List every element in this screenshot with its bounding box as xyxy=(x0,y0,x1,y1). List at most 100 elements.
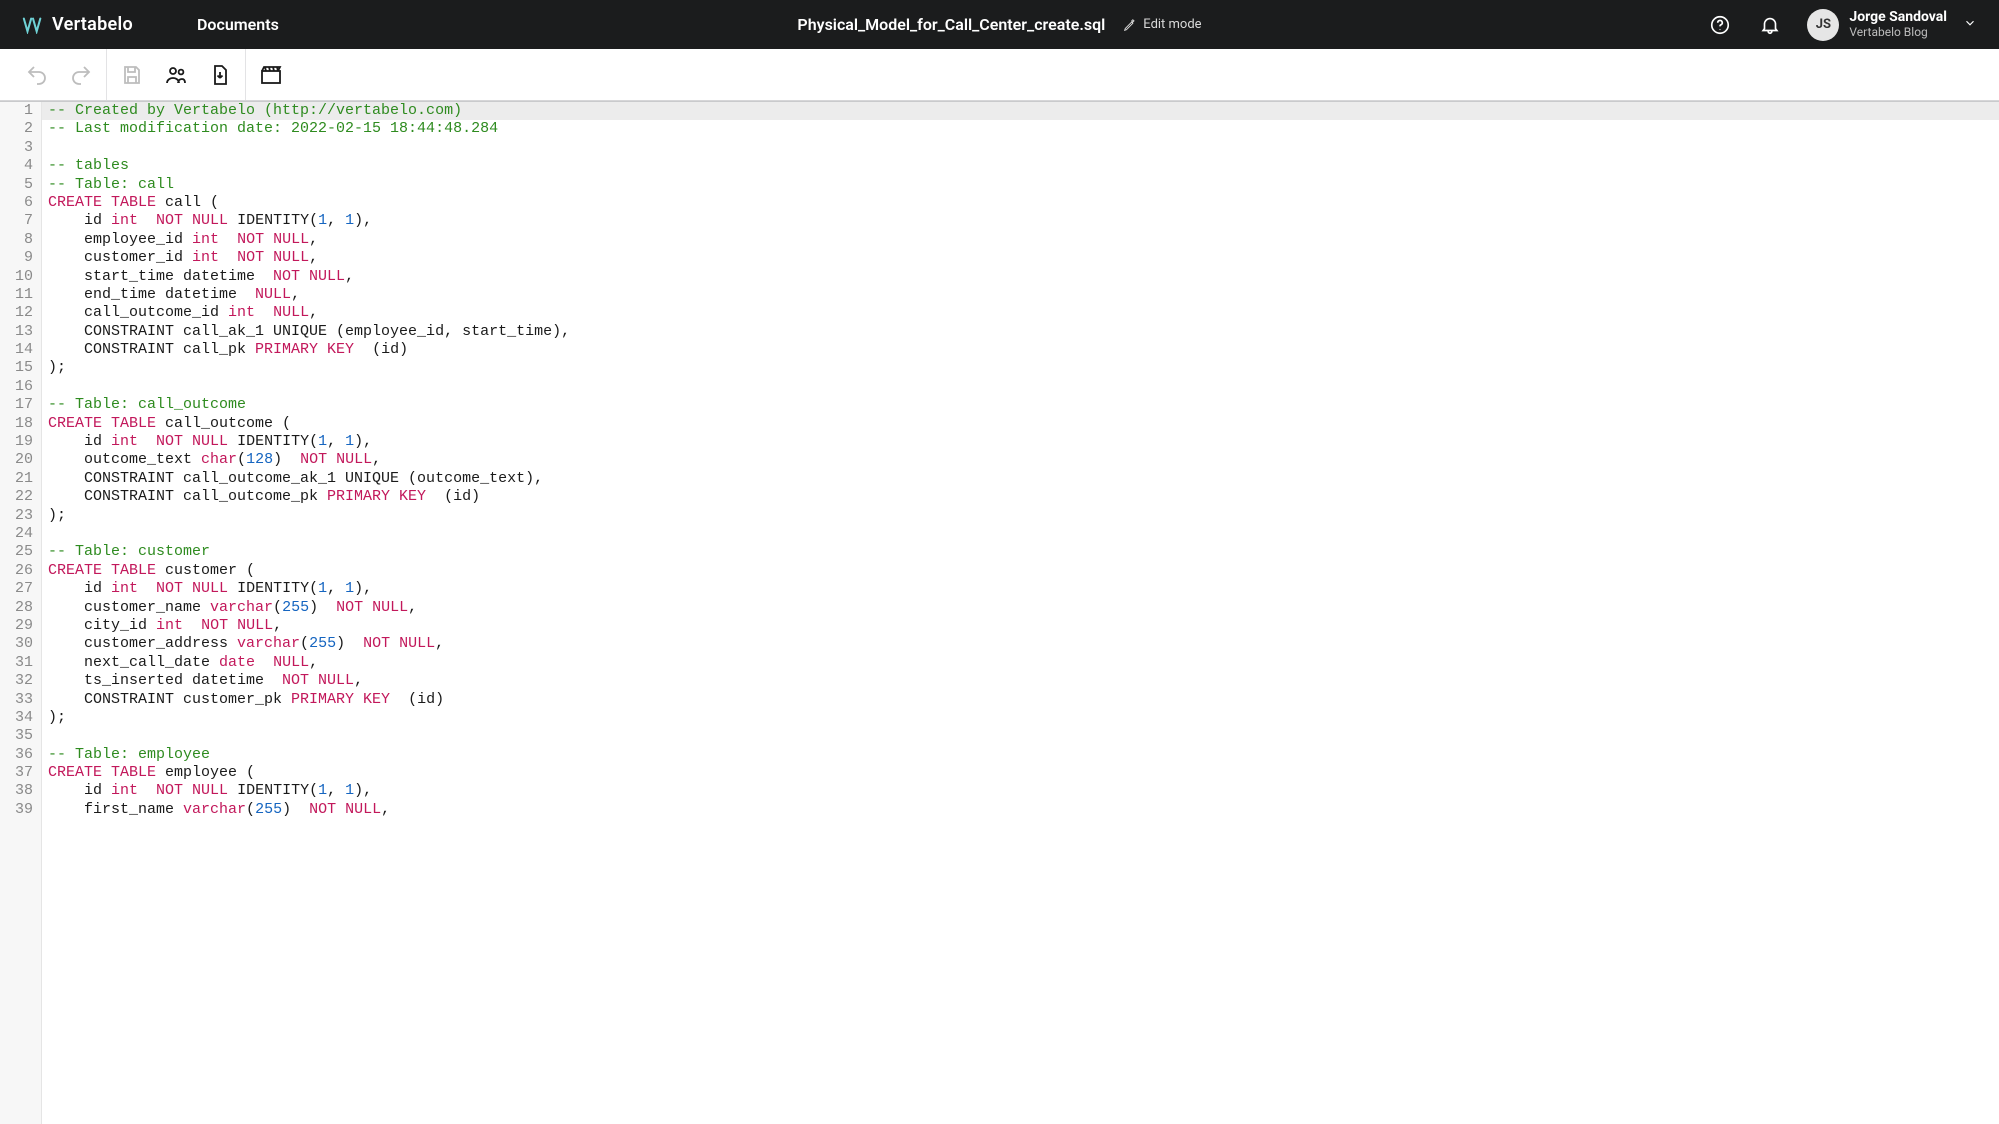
line-number: 7 xyxy=(0,212,33,230)
clapper-button[interactable] xyxy=(256,60,286,90)
line-number: 21 xyxy=(0,470,33,488)
share-button[interactable] xyxy=(161,60,191,90)
code-line[interactable]: CONSTRAINT call_pk PRIMARY KEY (id) xyxy=(42,341,1999,359)
code-line[interactable]: -- Created by Vertabelo (http://vertabel… xyxy=(42,102,1999,120)
line-number: 19 xyxy=(0,433,33,451)
user-text: Jorge Sandoval Vertabelo Blog xyxy=(1849,10,1947,39)
code-line[interactable] xyxy=(42,525,1999,543)
code-line[interactable]: id int NOT NULL IDENTITY(1, 1), xyxy=(42,782,1999,800)
download-button[interactable] xyxy=(205,60,235,90)
code-line[interactable]: -- Table: call_outcome xyxy=(42,396,1999,414)
code-line[interactable]: id int NOT NULL IDENTITY(1, 1), xyxy=(42,212,1999,230)
toolbar-group-history xyxy=(12,49,107,100)
save-button[interactable] xyxy=(117,60,147,90)
line-number: 23 xyxy=(0,507,33,525)
code-line[interactable]: outcome_text char(128) NOT NULL, xyxy=(42,451,1999,469)
code-line[interactable] xyxy=(42,378,1999,396)
line-number: 28 xyxy=(0,599,33,617)
code-line[interactable]: ); xyxy=(42,359,1999,377)
editor-workarea: 1234567891011121314151617181920212223242… xyxy=(0,101,1999,1124)
line-number: 17 xyxy=(0,396,33,414)
code-line[interactable]: next_call_date date NULL, xyxy=(42,654,1999,672)
top-bar: Vertabelo Documents Physical_Model_for_C… xyxy=(0,0,1999,49)
line-number: 2 xyxy=(0,120,33,138)
code-line[interactable]: CREATE TABLE call ( xyxy=(42,194,1999,212)
header-center: Physical_Model_for_Call_Center_create.sq… xyxy=(797,15,1201,34)
line-number: 36 xyxy=(0,746,33,764)
document-title[interactable]: Physical_Model_for_Call_Center_create.sq… xyxy=(797,15,1105,34)
code-line[interactable]: CONSTRAINT customer_pk PRIMARY KEY (id) xyxy=(42,691,1999,709)
line-number: 3 xyxy=(0,139,33,157)
toolbar-group-file xyxy=(107,49,246,100)
line-number: 12 xyxy=(0,304,33,322)
line-number: 33 xyxy=(0,691,33,709)
code-line[interactable]: first_name varchar(255) NOT NULL, xyxy=(42,801,1999,819)
line-number: 26 xyxy=(0,562,33,580)
code-line[interactable]: customer_id int NOT NULL, xyxy=(42,249,1999,267)
toolbar xyxy=(0,49,1999,101)
header-right: JS Jorge Sandoval Vertabelo Blog xyxy=(1707,9,1977,41)
notifications-button[interactable] xyxy=(1757,12,1783,38)
code-line[interactable]: city_id int NOT NULL, xyxy=(42,617,1999,635)
code-line[interactable]: id int NOT NULL IDENTITY(1, 1), xyxy=(42,580,1999,598)
line-number: 30 xyxy=(0,635,33,653)
code-line[interactable]: id int NOT NULL IDENTITY(1, 1), xyxy=(42,433,1999,451)
line-number: 22 xyxy=(0,488,33,506)
code-line[interactable]: CONSTRAINT call_ak_1 UNIQUE (employee_id… xyxy=(42,323,1999,341)
code-line[interactable]: -- Table: call xyxy=(42,176,1999,194)
redo-icon xyxy=(69,63,93,87)
line-number-gutter: 1234567891011121314151617181920212223242… xyxy=(0,102,42,1124)
code-line[interactable]: -- Table: employee xyxy=(42,746,1999,764)
code-line[interactable]: CONSTRAINT call_outcome_pk PRIMARY KEY (… xyxy=(42,488,1999,506)
code-line[interactable]: CREATE TABLE employee ( xyxy=(42,764,1999,782)
line-number: 38 xyxy=(0,782,33,800)
code-line[interactable] xyxy=(42,139,1999,157)
share-users-icon xyxy=(164,63,188,87)
line-number: 11 xyxy=(0,286,33,304)
code-line[interactable]: end_time datetime NULL, xyxy=(42,286,1999,304)
code-editor[interactable]: 1234567891011121314151617181920212223242… xyxy=(0,101,1999,1124)
code-line[interactable] xyxy=(42,727,1999,745)
code-line[interactable]: -- Table: customer xyxy=(42,543,1999,561)
code-line[interactable]: customer_address varchar(255) NOT NULL, xyxy=(42,635,1999,653)
line-number: 4 xyxy=(0,157,33,175)
toolbar-group-view xyxy=(246,49,296,100)
redo-button[interactable] xyxy=(66,60,96,90)
code-line[interactable]: -- tables xyxy=(42,157,1999,175)
code-line[interactable]: call_outcome_id int NULL, xyxy=(42,304,1999,322)
line-number: 37 xyxy=(0,764,33,782)
nav-documents[interactable]: Documents xyxy=(197,15,279,34)
code-line[interactable]: ); xyxy=(42,709,1999,727)
code-line[interactable]: CREATE TABLE customer ( xyxy=(42,562,1999,580)
line-number: 27 xyxy=(0,580,33,598)
brand-logo[interactable]: Vertabelo xyxy=(22,14,133,35)
code-line[interactable]: customer_name varchar(255) NOT NULL, xyxy=(42,599,1999,617)
line-number: 9 xyxy=(0,249,33,267)
code-line[interactable]: start_time datetime NOT NULL, xyxy=(42,268,1999,286)
code-line[interactable]: -- Last modification date: 2022-02-15 18… xyxy=(42,120,1999,138)
line-number: 29 xyxy=(0,617,33,635)
avatar: JS xyxy=(1807,9,1839,41)
line-number: 13 xyxy=(0,323,33,341)
line-number: 14 xyxy=(0,341,33,359)
download-icon xyxy=(208,63,232,87)
line-number: 5 xyxy=(0,176,33,194)
user-menu[interactable]: JS Jorge Sandoval Vertabelo Blog xyxy=(1807,9,1977,41)
line-number: 39 xyxy=(0,801,33,819)
code-line[interactable]: CREATE TABLE call_outcome ( xyxy=(42,415,1999,433)
undo-button[interactable] xyxy=(22,60,52,90)
edit-mode-label: Edit mode xyxy=(1143,17,1201,32)
line-number: 6 xyxy=(0,194,33,212)
help-button[interactable] xyxy=(1707,12,1733,38)
line-number: 10 xyxy=(0,268,33,286)
code-line[interactable]: employee_id int NOT NULL, xyxy=(42,231,1999,249)
code-line[interactable]: ts_inserted datetime NOT NULL, xyxy=(42,672,1999,690)
edit-mode-indicator[interactable]: Edit mode xyxy=(1123,17,1201,32)
line-number: 18 xyxy=(0,415,33,433)
chevron-down-icon xyxy=(1963,15,1977,34)
code-area[interactable]: -- Created by Vertabelo (http://vertabel… xyxy=(42,102,1999,1124)
code-line[interactable]: CONSTRAINT call_outcome_ak_1 UNIQUE (out… xyxy=(42,470,1999,488)
line-number: 15 xyxy=(0,359,33,377)
line-number: 1 xyxy=(0,102,33,120)
code-line[interactable]: ); xyxy=(42,507,1999,525)
